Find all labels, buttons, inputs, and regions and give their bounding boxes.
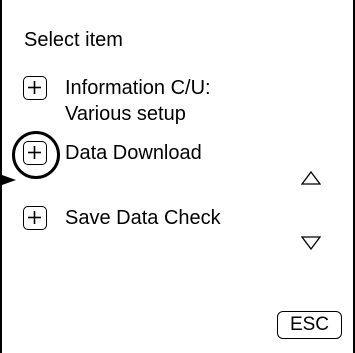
- menu-item-information-cu-line2[interactable]: Various setup: [65, 102, 186, 126]
- scroll-down-icon[interactable]: [301, 236, 321, 250]
- esc-button[interactable]: ESC: [277, 311, 342, 339]
- plus-icon: [28, 81, 41, 94]
- menu-item-save-data-check[interactable]: Save Data Check: [65, 206, 221, 230]
- pointer-arrow-icon: [2, 175, 16, 185]
- plus-icon: [28, 211, 41, 224]
- page-title: Select item: [24, 29, 123, 51]
- select-item-screen: Select item Information C/U: Various set…: [0, 0, 355, 353]
- scroll-up-icon[interactable]: [301, 171, 321, 185]
- menu-item-information-cu-line1[interactable]: Information C/U:: [65, 76, 211, 100]
- expand-save-data-check-button[interactable]: [23, 206, 47, 230]
- expand-information-cu-button[interactable]: [23, 76, 47, 100]
- menu-item-data-download[interactable]: Data Download: [65, 141, 202, 165]
- highlight-circle: [12, 131, 60, 179]
